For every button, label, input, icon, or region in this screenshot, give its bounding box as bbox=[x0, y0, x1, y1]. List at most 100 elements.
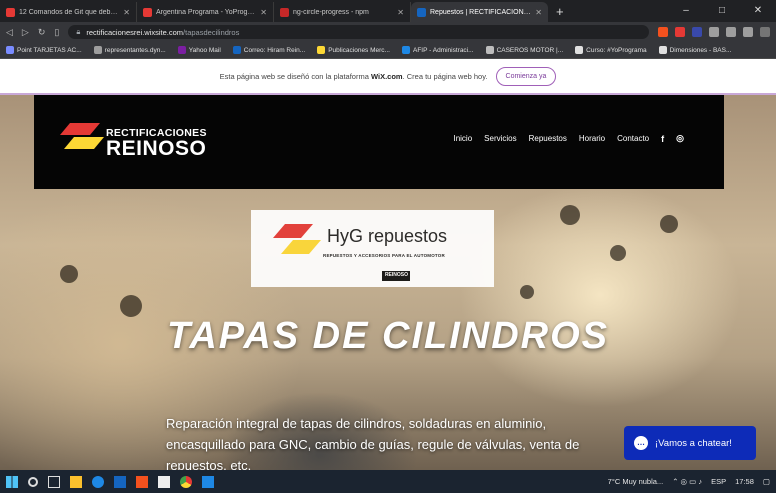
background-hole bbox=[610, 245, 626, 261]
bookmark-favicon-icon bbox=[485, 46, 494, 54]
background-hole bbox=[520, 285, 534, 299]
lock-icon: 🔒︎ bbox=[76, 27, 81, 36]
bookmark-item[interactable]: Curso: #YoPrograma bbox=[575, 46, 647, 54]
mail-app-icon[interactable] bbox=[114, 475, 126, 488]
bookmark-item[interactable]: Correo: Hiram Rein... bbox=[232, 46, 305, 54]
warning-icon[interactable] bbox=[675, 27, 685, 37]
tab-strip: 12 Comandos de Git que debes de co ✕ Arg… bbox=[0, 0, 776, 22]
start-now-button[interactable]: Comienza ya bbox=[495, 66, 557, 86]
hyg-title: HyG repuestos bbox=[327, 226, 448, 246]
bookmark-item[interactable]: Dimensiones - BAS... bbox=[658, 46, 731, 54]
window-controls: – □ ✕ bbox=[668, 0, 776, 22]
tab-repuestos[interactable]: Repuestos | RECTIFICACIONES RE ✕ bbox=[411, 2, 548, 22]
brave-icon[interactable] bbox=[136, 475, 148, 488]
yahoo-icon bbox=[177, 46, 186, 54]
site-favicon-icon bbox=[417, 7, 426, 17]
close-tab-icon[interactable]: ✕ bbox=[535, 8, 542, 17]
hyg-subtitle: REPUESTOS Y ACCESORIOS PARA EL AUTOMOTOR bbox=[323, 253, 445, 258]
mail-icon bbox=[232, 46, 241, 54]
bookmark-favicon-icon bbox=[93, 46, 102, 54]
brave-shield-icon[interactable] bbox=[658, 27, 668, 37]
bookmark-item[interactable]: Yahoo Mail bbox=[177, 46, 221, 54]
language-indicator[interactable]: ESP bbox=[711, 477, 726, 486]
windows-taskbar: 7°C Muy nubla... ⌃ ◎ ▭ ♪ ESP 17:58 ▢ bbox=[0, 470, 776, 493]
vscode-icon[interactable] bbox=[202, 475, 214, 488]
bookmark-item[interactable]: Point TARJETAS AC... bbox=[6, 46, 82, 54]
extension-icons bbox=[658, 27, 770, 37]
edge-icon[interactable] bbox=[92, 475, 104, 488]
close-window-button[interactable]: ✕ bbox=[740, 0, 776, 22]
nav-inicio[interactable]: Inicio bbox=[453, 134, 472, 143]
wix-banner: Esta página web se diseñó con la platafo… bbox=[0, 59, 776, 95]
minimize-button[interactable]: – bbox=[668, 0, 704, 22]
puzzle-icon[interactable] bbox=[709, 27, 719, 37]
close-tab-icon[interactable]: ✕ bbox=[397, 8, 404, 17]
hyg-mini-logo: REINOSO bbox=[382, 271, 410, 281]
tray-icons[interactable]: ⌃ ◎ ▭ ♪ bbox=[672, 477, 702, 486]
system-tray: 7°C Muy nubla... ⌃ ◎ ▭ ♪ ESP 17:58 ▢ bbox=[608, 470, 770, 493]
background-hole bbox=[120, 295, 142, 317]
page-title: TAPAS DE CILINDROS bbox=[166, 315, 610, 357]
menu-icon[interactable] bbox=[760, 27, 770, 37]
youtube-icon bbox=[6, 7, 15, 17]
bookmark-item[interactable]: representantes.dyn... bbox=[93, 46, 166, 54]
new-tab-button[interactable]: + bbox=[548, 2, 572, 22]
search-icon[interactable] bbox=[28, 476, 38, 487]
page-description: Reparación integral de tapas de cilindro… bbox=[166, 416, 580, 470]
notification-icon[interactable]: ▢ bbox=[763, 477, 770, 486]
background-hole bbox=[60, 265, 78, 283]
close-tab-icon[interactable]: ✕ bbox=[123, 8, 130, 17]
close-tab-icon[interactable]: ✕ bbox=[260, 8, 267, 17]
background-hole bbox=[660, 215, 678, 233]
task-view-icon[interactable] bbox=[48, 475, 60, 488]
bookmark-item[interactable]: CASEROS MOTOR |... bbox=[485, 46, 563, 54]
folder-icon bbox=[575, 46, 584, 54]
afip-icon bbox=[401, 46, 410, 54]
bookmarks-bar: Point TARJETAS AC... representantes.dyn.… bbox=[0, 42, 776, 59]
maximize-button[interactable]: □ bbox=[704, 0, 740, 22]
extension-icon[interactable] bbox=[692, 27, 702, 37]
folder-icon bbox=[658, 46, 667, 54]
nav-repuestos[interactable]: Repuestos bbox=[529, 134, 567, 143]
hyg-logo-icon bbox=[273, 224, 321, 254]
clock[interactable]: 17:58 bbox=[735, 477, 754, 486]
url-input[interactable]: 🔒︎ rectificacionesrei.wixsite.com/tapasd… bbox=[68, 25, 649, 39]
mercadolibre-icon bbox=[317, 46, 326, 54]
bookmark-favicon-icon bbox=[6, 46, 14, 54]
bookmark-item[interactable]: AFIP - Administraci... bbox=[401, 46, 474, 54]
bookmark-icon[interactable]: ▯ bbox=[54, 27, 59, 38]
sidebar-icon[interactable] bbox=[743, 27, 753, 37]
tab-argentina-programa[interactable]: Argentina Programa - YoPrograma ✕ bbox=[137, 2, 274, 22]
forward-button[interactable]: ▷ bbox=[22, 27, 29, 38]
bookmark-item[interactable]: Publicaciones Merc... bbox=[317, 46, 390, 54]
store-icon[interactable] bbox=[158, 475, 170, 488]
browser-window: 12 Comandos de Git que debes de co ✕ Arg… bbox=[0, 0, 776, 493]
logo-line2: REINOSO bbox=[106, 137, 207, 160]
weather-widget[interactable]: 7°C Muy nubla... bbox=[608, 477, 664, 486]
nav-servicios[interactable]: Servicios bbox=[484, 134, 516, 143]
reading-list-icon[interactable] bbox=[726, 27, 736, 37]
wix-brand: WiX.com bbox=[370, 71, 403, 81]
youtube-icon bbox=[143, 7, 152, 17]
facebook-icon[interactable]: f bbox=[661, 134, 664, 144]
chrome-icon[interactable] bbox=[180, 475, 192, 488]
logo-stripes-icon bbox=[60, 123, 104, 149]
chat-bubble-icon: … bbox=[634, 436, 648, 450]
address-bar: ◁ ▷ ↻ ▯ 🔒︎ rectificacionesrei.wixsite.co… bbox=[0, 22, 776, 42]
npm-icon bbox=[280, 7, 289, 17]
tab-npm[interactable]: ng-circle-progress - npm ✕ bbox=[274, 2, 411, 22]
tab-git-commands[interactable]: 12 Comandos de Git que debes de co ✕ bbox=[0, 2, 137, 22]
hyg-banner: HyG repuestos REPUESTOS Y ACCESORIOS PAR… bbox=[251, 210, 494, 287]
file-explorer-icon[interactable] bbox=[70, 475, 82, 488]
chat-button[interactable]: … ¡Vamos a chatear! bbox=[624, 426, 756, 460]
reload-button[interactable]: ↻ bbox=[38, 27, 46, 38]
page-hero: RECTIFICACIONES REINOSO Inicio Servicios… bbox=[0, 95, 776, 470]
site-logo[interactable]: RECTIFICACIONES REINOSO bbox=[60, 123, 220, 163]
instagram-icon[interactable]: ◎ bbox=[676, 133, 684, 144]
nav-contacto[interactable]: Contacto bbox=[617, 134, 649, 143]
back-button[interactable]: ◁ bbox=[6, 27, 13, 38]
nav-horario[interactable]: Horario bbox=[579, 134, 605, 143]
site-header: RECTIFICACIONES REINOSO Inicio Servicios… bbox=[34, 95, 724, 189]
windows-start-icon[interactable] bbox=[6, 475, 18, 488]
site-nav: Inicio Servicios Repuestos Horario Conta… bbox=[453, 133, 684, 144]
